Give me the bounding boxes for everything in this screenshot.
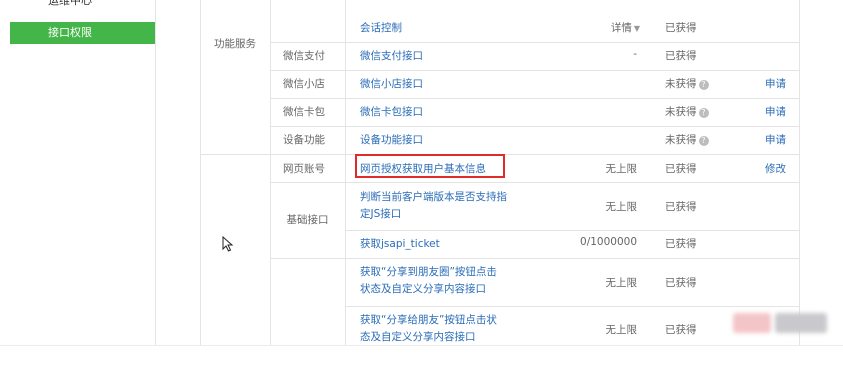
api-name-link[interactable]: 会话控制 — [360, 20, 402, 37]
row-divider — [270, 258, 800, 259]
column-divider — [270, 0, 271, 345]
row-divider — [270, 42, 800, 43]
api-name-link[interactable]: 获取“分享到朋友圈”按钮点击 状态及自定义分享内容接口 — [360, 264, 497, 298]
api-status: 已获得 — [665, 201, 697, 213]
api-name-link[interactable]: 微信卡包接口 — [360, 104, 423, 121]
api-status: 未获得 — [665, 106, 697, 118]
api-limit: 无上限 — [605, 324, 638, 336]
api-limit: 无上限 — [605, 277, 638, 289]
sidebar: 运维中心 接口权限 — [8, 0, 156, 345]
api-status-group: 未获得? — [665, 76, 709, 91]
row-divider — [270, 70, 800, 71]
sub-category-label: 微信卡包 — [283, 106, 325, 118]
api-status: 已获得 — [665, 22, 697, 34]
sub-category-label: 微信支付 — [283, 50, 325, 62]
modify-link[interactable]: 修改 — [765, 161, 786, 176]
api-status: 已获得 — [665, 50, 697, 62]
api-name-link[interactable]: 获取“分享给朋友”按钮点击状 态及自定义分享内容接口 — [360, 312, 497, 346]
table-border-left — [200, 0, 201, 345]
row-divider — [270, 98, 800, 99]
column-divider — [345, 0, 346, 345]
blurred-watermark — [775, 313, 827, 333]
apply-link[interactable]: 申请 — [765, 132, 786, 147]
blurred-watermark — [733, 313, 771, 333]
question-icon[interactable]: ? — [698, 80, 709, 90]
details-label: 详情 — [610, 22, 632, 34]
api-status-group: 未获得? — [665, 132, 709, 147]
api-status: 已获得 — [665, 324, 697, 336]
api-status: 已获得 — [665, 238, 697, 250]
api-name-line: 态及自定义分享内容接口 — [360, 331, 476, 343]
api-details-dropdown[interactable]: 详情 ▼ — [570, 20, 640, 35]
api-status: 已获得 — [665, 277, 697, 289]
api-name-line: 获取“分享给朋友”按钮点击状 — [360, 314, 497, 326]
category-basic-api: 基础接口 — [286, 214, 329, 226]
api-limit: - — [633, 48, 637, 60]
sidebar-item-ops-center[interactable]: 运维中心 — [48, 0, 92, 8]
api-permissions-table: 功能服务 基础接口 会话控制 详情 ▼ 已获得 微信支付 微信支付接口 - 已获得… — [200, 0, 800, 345]
category-function-services: 功能服务 — [214, 38, 256, 50]
api-status: 未获得 — [665, 134, 697, 146]
sub-category-label: 微信小店 — [283, 78, 325, 90]
apply-link[interactable]: 申请 — [765, 76, 786, 91]
sidebar-item-api-permissions[interactable]: 接口权限 — [10, 22, 155, 44]
sub-category-label: 网页账号 — [283, 163, 325, 175]
api-status: 已获得 — [665, 163, 697, 175]
api-name-line: 获取“分享到朋友圈”按钮点击 — [360, 266, 497, 278]
highlight-box — [355, 154, 505, 178]
api-limit: 无上限 — [605, 163, 638, 175]
question-icon[interactable]: ? — [698, 108, 709, 118]
row-divider — [345, 230, 800, 231]
row-divider — [270, 182, 800, 183]
api-name-link[interactable]: 微信支付接口 — [360, 48, 423, 65]
apply-link[interactable]: 申请 — [765, 104, 786, 119]
sidebar-item-label: 接口权限 — [48, 26, 92, 39]
chevron-down-icon: ▼ — [633, 24, 640, 33]
api-limit: 0/1000000 — [580, 236, 637, 248]
api-name-link[interactable]: 判断当前客户端版本是否支持指 定JS接口 — [360, 189, 507, 223]
api-limit: 无上限 — [605, 201, 638, 213]
api-name-link[interactable]: 获取jsapi_ticket — [360, 236, 440, 253]
api-name-link[interactable]: 微信小店接口 — [360, 76, 423, 93]
table-border-right — [799, 0, 800, 345]
sub-category-label: 设备功能 — [283, 134, 325, 146]
question-icon[interactable]: ? — [698, 136, 709, 146]
api-name-line: 状态及自定义分享内容接口 — [360, 283, 486, 295]
api-name-line: 判断当前客户端版本是否支持指 — [360, 191, 507, 203]
mouse-cursor-icon — [222, 236, 234, 252]
row-divider — [270, 126, 800, 127]
api-name-link[interactable]: 设备功能接口 — [360, 132, 423, 149]
api-status: 未获得 — [665, 78, 697, 90]
api-name-line: 定JS接口 — [360, 208, 402, 220]
api-status-group: 未获得? — [665, 104, 709, 119]
row-divider — [345, 306, 800, 307]
